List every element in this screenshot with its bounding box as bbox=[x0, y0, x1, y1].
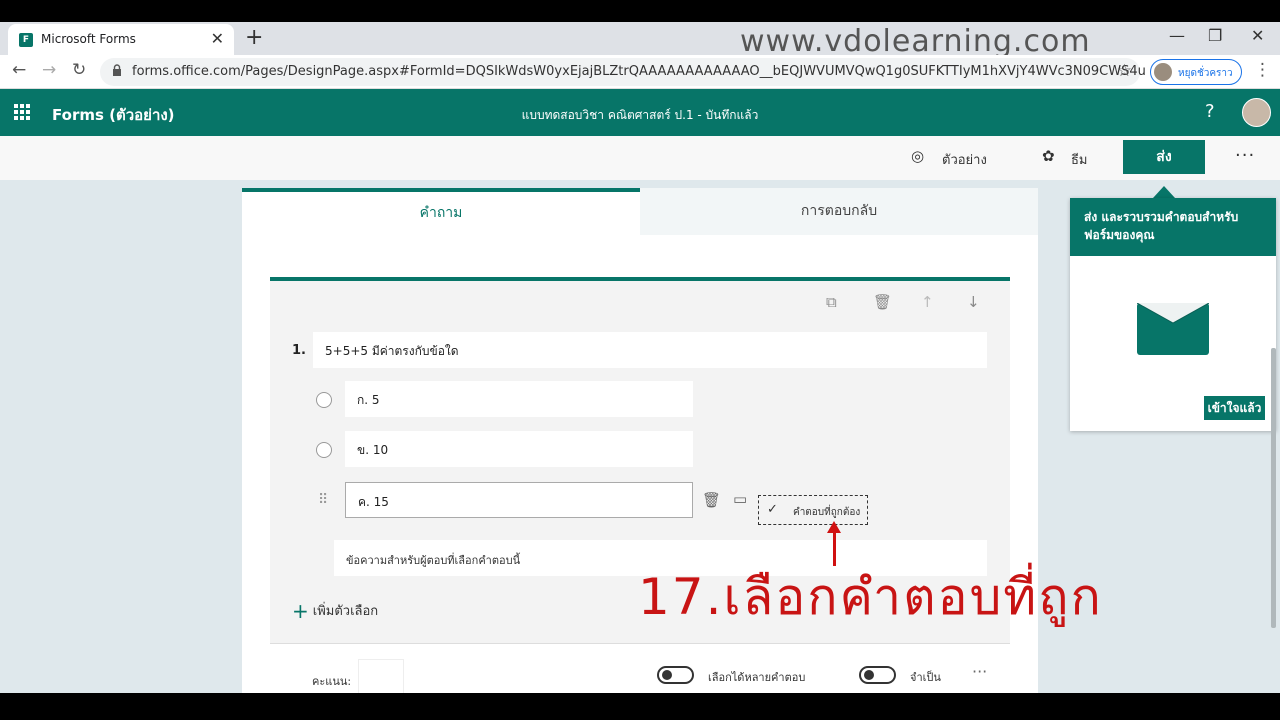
close-window-icon[interactable]: ✕ bbox=[1251, 26, 1264, 45]
got-it-button[interactable]: เข้าใจแล้ว bbox=[1204, 396, 1265, 420]
command-bar: ◎ ตัวอย่าง ✿ ธีม ส่ง ··· bbox=[0, 136, 1280, 180]
lock-icon bbox=[113, 64, 121, 76]
tab-responses[interactable]: การตอบกลับ bbox=[640, 188, 1038, 235]
multi-answer-toggle[interactable] bbox=[657, 666, 694, 684]
document-title: แบบทดสอบวิชา คณิตศาสตร์ ป.1 - บันทึกแล้ว bbox=[521, 108, 759, 122]
url-text: forms.office.com/Pages/DesignPage.aspx#F… bbox=[132, 64, 1146, 79]
forms-favicon-icon: F bbox=[19, 33, 33, 47]
watermark: www.vdolearning.com bbox=[740, 24, 1091, 59]
annotation-arrowhead bbox=[827, 521, 841, 533]
move-down-icon[interactable]: ↓ bbox=[967, 293, 980, 311]
forms-header: Forms (ตัวอย่าง) แบบทดสอบวิชา คณิตศาสตร์… bbox=[0, 89, 1280, 136]
required-toggle[interactable] bbox=[859, 666, 896, 684]
bookmark-star-icon[interactable]: ☆ bbox=[1117, 61, 1132, 81]
browser-tab-title: Microsoft Forms bbox=[41, 32, 136, 46]
move-up-icon[interactable]: ↑ bbox=[921, 293, 934, 311]
help-icon[interactable]: ? bbox=[1205, 101, 1215, 122]
send-popover: ส่ง และรวบรวมคำตอบสำหรับฟอร์มของคุณ เข้า… bbox=[1070, 198, 1276, 431]
required-label: จำเป็น bbox=[910, 671, 941, 684]
envelope-icon bbox=[1137, 303, 1209, 355]
option-radio[interactable] bbox=[316, 392, 332, 408]
add-option-label: เพิ่มตัวเลือก bbox=[312, 604, 379, 619]
profile-label: หยุดชั่วคราว bbox=[1178, 68, 1233, 79]
option-field[interactable]: ค. 15 bbox=[345, 482, 693, 518]
new-tab-button[interactable]: + bbox=[245, 25, 263, 50]
more-options-icon[interactable]: ··· bbox=[1235, 145, 1255, 166]
option-radio[interactable] bbox=[316, 442, 332, 458]
theme-button[interactable]: ธีม bbox=[1071, 149, 1088, 170]
question-number: 1. bbox=[292, 343, 306, 358]
copy-icon[interactable]: ⧉ bbox=[826, 293, 837, 311]
preview-eye-icon: ◎ bbox=[911, 147, 925, 165]
profile-avatar bbox=[1154, 63, 1172, 81]
url-field[interactable]: forms.office.com/Pages/DesignPage.aspx#F… bbox=[100, 58, 1146, 86]
tab-questions[interactable]: คำถาม bbox=[242, 188, 640, 235]
screen: F Microsoft Forms ✕ + www.vdolearning.co… bbox=[0, 22, 1280, 693]
reload-button[interactable]: ↻ bbox=[72, 60, 86, 80]
profile-button[interactable]: หยุดชั่วคราว bbox=[1150, 59, 1242, 85]
multi-answer-label: เลือกได้หลายคำตอบ bbox=[708, 671, 806, 684]
browser-menu-icon[interactable]: ⋮ bbox=[1254, 60, 1271, 80]
comment-icon[interactable]: ▭ bbox=[733, 490, 747, 508]
theme-palette-icon: ✿ bbox=[1042, 147, 1055, 165]
popover-arrow bbox=[1153, 186, 1175, 198]
correct-answer-label: คำตอบที่ถูกต้อง bbox=[793, 507, 861, 518]
forward-button[interactable]: → bbox=[42, 60, 56, 80]
back-button[interactable]: ← bbox=[12, 60, 26, 80]
delete-option-icon[interactable]: 🗑 bbox=[702, 491, 721, 509]
send-button[interactable]: ส่ง bbox=[1123, 140, 1205, 174]
browser-tab[interactable]: F Microsoft Forms ✕ bbox=[8, 24, 234, 55]
add-option-button[interactable]: + เพิ่มตัวเลือก bbox=[292, 599, 378, 623]
option-field[interactable]: ข. 10 bbox=[345, 431, 693, 467]
preview-button[interactable]: ตัวอย่าง bbox=[942, 149, 987, 170]
correct-answer-button[interactable]: ✓ คำตอบที่ถูกต้อง bbox=[758, 495, 868, 525]
minimize-icon[interactable]: — bbox=[1169, 26, 1185, 45]
plus-icon: + bbox=[292, 599, 309, 623]
check-icon: ✓ bbox=[767, 502, 778, 517]
scrollbar[interactable] bbox=[1271, 348, 1276, 628]
annotation-text: 17.เลือกคำตอบที่ถูก bbox=[638, 568, 1103, 626]
question-text-field[interactable]: 5+5+5 มีค่าตรงกับข้อใด bbox=[313, 332, 987, 368]
restore-icon[interactable]: ❐ bbox=[1208, 26, 1222, 45]
drag-handle-icon[interactable]: ⠿ bbox=[318, 492, 328, 508]
question-footer: คะแนน: เลือกได้หลายคำตอบ จำเป็น ··· bbox=[270, 643, 1010, 693]
score-input[interactable] bbox=[358, 659, 404, 693]
address-bar: ← → ↻ forms.office.com/Pages/DesignPage.… bbox=[0, 55, 1280, 89]
score-label: คะแนน: bbox=[312, 675, 352, 688]
browser-tab-bar: F Microsoft Forms ✕ + www.vdolearning.co… bbox=[0, 22, 1280, 59]
close-tab-icon[interactable]: ✕ bbox=[211, 29, 224, 48]
option-field[interactable]: ก. 5 bbox=[345, 381, 693, 417]
delete-icon[interactable]: 🗑 bbox=[873, 293, 892, 311]
user-avatar[interactable] bbox=[1242, 98, 1271, 127]
popover-heading: ส่ง และรวบรวมคำตอบสำหรับฟอร์มของคุณ bbox=[1070, 198, 1276, 256]
question-more-icon[interactable]: ··· bbox=[972, 662, 987, 681]
